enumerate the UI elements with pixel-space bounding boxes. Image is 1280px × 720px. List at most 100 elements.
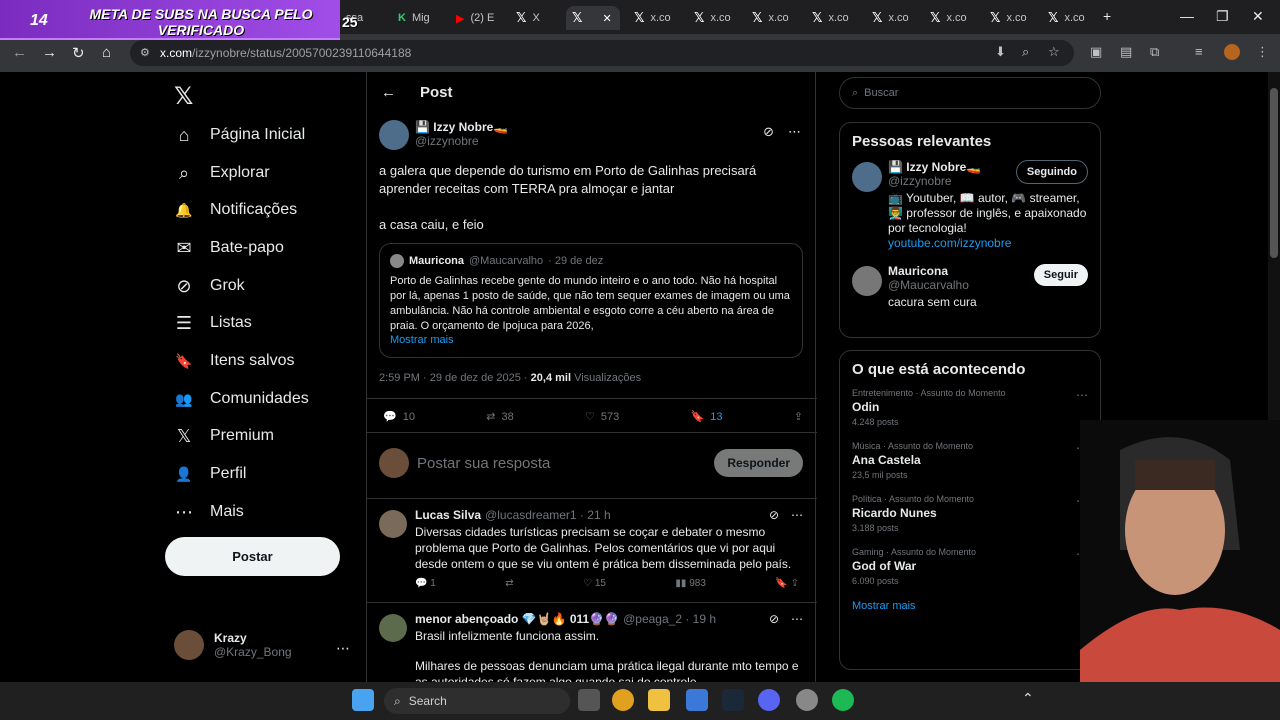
chrome-icon[interactable]: [612, 689, 634, 711]
avatar[interactable]: [379, 614, 407, 642]
reload-icon[interactable]: ↻: [72, 44, 85, 62]
nav-premium[interactable]: 𝕏 Premium: [174, 421, 274, 451]
following-button[interactable]: Seguindo: [1015, 160, 1088, 184]
post-author[interactable]: 💾 Izzy Nobre🚤 @izzynobre: [379, 120, 508, 150]
zoom-icon[interactable]: ⌕: [1022, 44, 1029, 60]
post-button[interactable]: Postar: [165, 537, 340, 576]
author-handle[interactable]: @izzynobre: [415, 134, 508, 148]
x-logo-icon[interactable]: 𝕏: [174, 82, 193, 111]
avatar[interactable]: [852, 266, 882, 296]
avatar[interactable]: [379, 120, 409, 150]
nav-lists[interactable]: ☰ Listas: [174, 308, 252, 338]
nav-explore[interactable]: ⌕ Explorar: [174, 158, 270, 188]
new-tab-icon[interactable]: +: [1103, 8, 1111, 24]
browser-tab[interactable]: 𝕏x.co: [806, 6, 862, 30]
windows-start-icon[interactable]: [352, 689, 374, 711]
grok-icon[interactable]: ⊘: [763, 124, 774, 140]
reply-item[interactable]: menor abençoado 💎🤘🏼🔥 011🔮🔮 @peaga_2 · 19 …: [379, 612, 805, 690]
extension-icon[interactable]: ▣: [1090, 44, 1102, 60]
browser-menu-icon[interactable]: ⋮: [1256, 44, 1269, 60]
site-info-icon[interactable]: ⚙: [140, 46, 150, 59]
reply-button[interactable]: 💬 10: [383, 410, 415, 424]
browser-tab[interactable]: ▶ (2) E: [450, 6, 505, 30]
avatar[interactable]: [852, 162, 882, 192]
discord-icon[interactable]: [758, 689, 780, 711]
taskbar-search[interactable]: ⌕ Search: [384, 688, 570, 714]
like-button[interactable]: ♡ 573: [585, 410, 619, 424]
person-card[interactable]: Mauricona @Maucarvalho cacura sem cura S…: [852, 264, 1088, 310]
reply-submit-button[interactable]: Responder: [714, 449, 803, 477]
browser-tab[interactable]: 𝕏x.co: [866, 6, 922, 30]
browser-tab[interactable]: 𝕏x.co: [628, 6, 684, 30]
scrollbar-thumb[interactable]: [1270, 88, 1278, 258]
grok-icon[interactable]: ⊘: [769, 612, 779, 626]
close-tab-icon[interactable]: ✕: [602, 12, 611, 25]
more-options-icon[interactable]: ⋯: [791, 612, 803, 626]
grok-icon[interactable]: ⊘: [769, 508, 779, 522]
chevron-up-icon[interactable]: ⌃: [1022, 690, 1034, 707]
trend-item[interactable]: Entretenimento · Assunto do Momento Odin…: [852, 388, 1088, 427]
nav-grok[interactable]: ⊘ Grok: [174, 271, 244, 301]
minimize-icon[interactable]: —: [1180, 8, 1194, 24]
store-icon[interactable]: [686, 689, 708, 711]
extensions-puzzle-icon[interactable]: ⧉: [1150, 44, 1159, 60]
task-view-icon[interactable]: [578, 689, 600, 711]
repost-button[interactable]: ⇄ 38: [486, 410, 513, 424]
home-button-icon[interactable]: ⌂: [102, 44, 111, 61]
browser-tab[interactable]: 𝕏x.co: [1042, 6, 1098, 30]
profile-avatar[interactable]: [1224, 44, 1240, 60]
share-button[interactable]: ⇪: [794, 410, 803, 423]
bookmark-button[interactable]: 🔖 13: [691, 410, 723, 424]
install-app-icon[interactable]: ⬇: [995, 44, 1006, 60]
back-icon[interactable]: ←: [12, 44, 27, 61]
more-options-icon[interactable]: ⋯: [336, 640, 350, 657]
steam-icon[interactable]: [722, 689, 744, 711]
reply-author-name[interactable]: Lucas Silva: [415, 508, 481, 522]
more-options-icon[interactable]: ⋯: [791, 508, 803, 522]
browser-tab[interactable]: K Mig: [392, 6, 442, 30]
reply-input[interactable]: Postar sua resposta: [417, 455, 714, 472]
browser-tab[interactable]: 𝕏x.co: [746, 6, 802, 30]
forward-icon[interactable]: →: [42, 44, 57, 61]
search-input[interactable]: ⌕ Buscar: [839, 77, 1101, 109]
nav-chat[interactable]: ✉ Bate-papo: [174, 233, 283, 263]
more-options-icon[interactable]: ⋯: [1076, 388, 1088, 402]
nav-bookmarks[interactable]: 🔖 Itens salvos: [174, 346, 294, 376]
nav-home[interactable]: ⌂ Página Inicial: [174, 120, 306, 150]
like-button[interactable]: ♡ 15: [583, 578, 606, 589]
bookmark-button[interactable]: 🔖 ⇪: [775, 578, 799, 589]
maximize-icon[interactable]: ❐: [1216, 8, 1229, 25]
url-field[interactable]: ⚙ x.com/izzynobre/status/200570023911064…: [130, 40, 1074, 66]
more-options-icon[interactable]: ⋯: [788, 124, 801, 140]
browser-tab[interactable]: 𝕏x.co: [924, 6, 980, 30]
trend-item[interactable]: Gaming · Assunto do Momento God of War 6…: [852, 547, 1088, 586]
quoted-post[interactable]: Mauricona @Maucarvalho · 29 de dez Porto…: [379, 243, 803, 358]
browser-tab-active[interactable]: 𝕏 ✕: [566, 6, 620, 30]
nav-profile[interactable]: 👤 Perfil: [174, 459, 246, 489]
reply-item[interactable]: Lucas Silva @lucasdreamer1 · 21 h ⊘ ⋯ Dive…: [379, 508, 805, 589]
reply-button[interactable]: 💬 1: [415, 578, 436, 589]
person-card[interactable]: 💾 Izzy Nobre🚤 @izzynobre 📺 Youtuber, 📖 a…: [852, 160, 1088, 250]
browser-tab[interactable]: 𝕏X: [510, 6, 562, 30]
settings-icon[interactable]: [796, 689, 818, 711]
file-explorer-icon[interactable]: [648, 689, 670, 711]
browser-tab[interactable]: 𝕏x.co: [984, 6, 1040, 30]
star-icon[interactable]: ☆: [1048, 44, 1060, 60]
spotify-icon[interactable]: [832, 689, 854, 711]
avatar[interactable]: [379, 510, 407, 538]
browser-tab[interactable]: 𝕏x.co: [688, 6, 744, 30]
nav-notifications[interactable]: 🔔 Notificações: [174, 195, 297, 225]
show-more-link[interactable]: Mostrar mais: [852, 600, 1100, 612]
back-arrow-icon[interactable]: ←: [381, 84, 396, 101]
show-more-link[interactable]: Mostrar mais: [390, 334, 792, 346]
extension-icon[interactable]: ▤: [1120, 44, 1132, 60]
trend-item[interactable]: Música · Assunto do Momento Ana Castela …: [852, 441, 1088, 480]
nav-communities[interactable]: 👥 Comunidades: [174, 384, 308, 414]
repost-button[interactable]: ⇄: [505, 578, 513, 589]
author-name[interactable]: 💾 Izzy Nobre🚤: [415, 120, 508, 134]
account-switcher[interactable]: Krazy @Krazy_Bong: [174, 630, 292, 660]
reply-author-name[interactable]: menor abençoado 💎🤘🏼🔥 011🔮🔮: [415, 612, 619, 626]
trend-item[interactable]: Política · Assunto do Momento Ricardo Nu…: [852, 494, 1088, 533]
person-link[interactable]: youtube.com/izzynobre: [888, 236, 1088, 250]
close-window-icon[interactable]: ✕: [1252, 8, 1264, 25]
